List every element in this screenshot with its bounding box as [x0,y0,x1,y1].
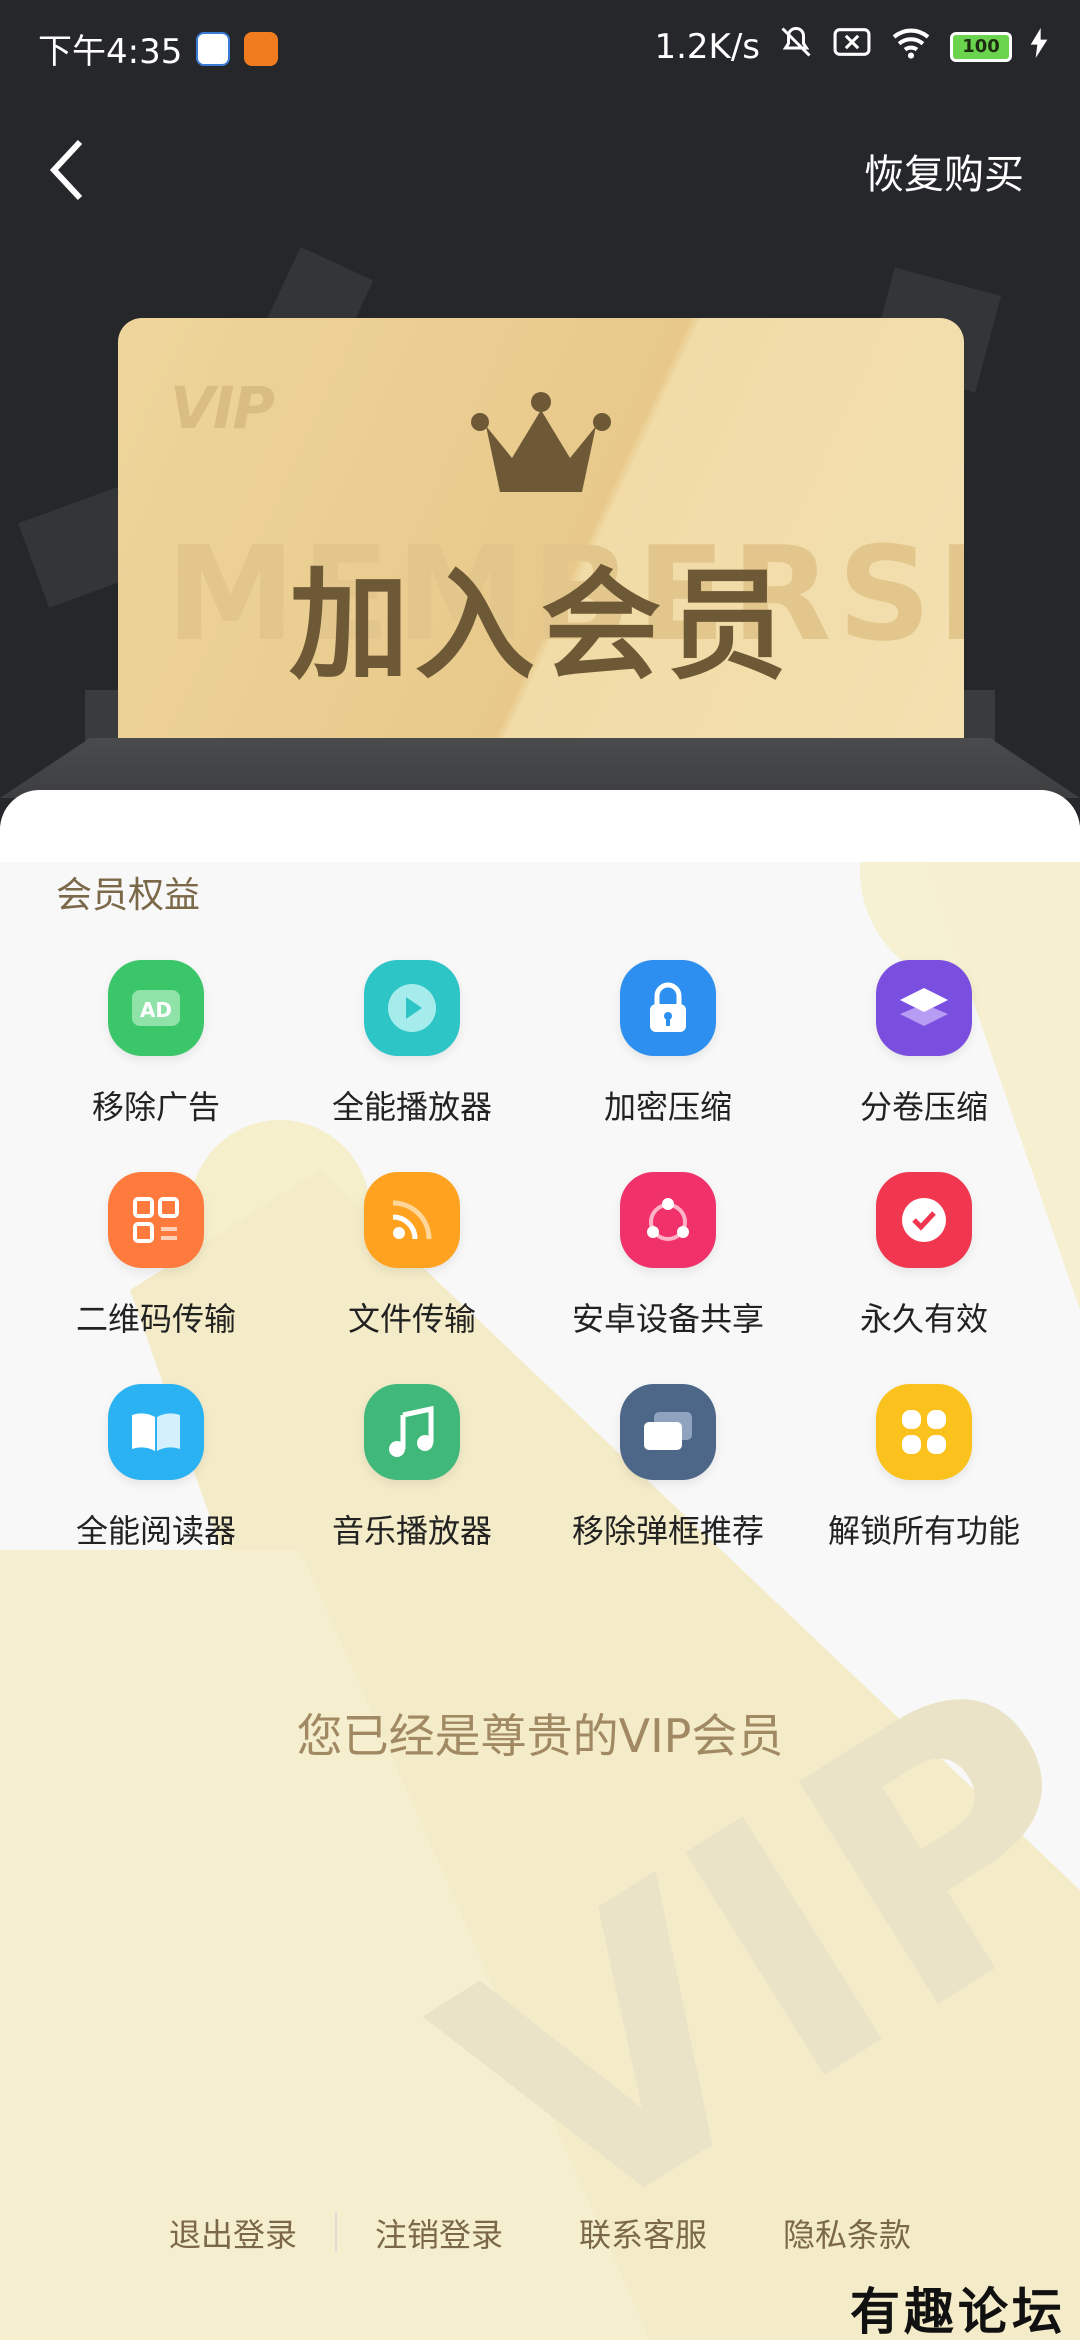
benefit-label: 分卷压缩 [859,1088,988,1126]
benefit-encrypted-compress[interactable]: 加密压缩 [540,960,796,1128]
benefit-label: 永久有效 [859,1300,988,1338]
feed-icon [364,1172,460,1268]
deregister-link[interactable]: 注销登录 [337,2210,541,2256]
svg-text:AD: AD [140,998,172,1022]
nav-bar: 恢复购买 [0,120,1080,220]
card-stand [0,738,1080,798]
restore-purchase-button[interactable]: 恢复购买 [864,142,1024,200]
benefit-label: 全能播放器 [331,1088,492,1126]
benefit-split-compress[interactable]: 分卷压缩 [796,960,1052,1128]
benefit-label: 移除广告 [91,1088,220,1126]
wifi-icon [890,25,932,68]
status-bar: 下午4:35 1.2K/s 100 [0,0,1080,92]
vip-status-text: 您已经是尊贵的VIP会员 [296,1709,784,1763]
benefit-label: 二维码传输 [75,1300,236,1338]
ad-icon: AD [108,960,204,1056]
status-time: 下午4:35 [38,32,183,72]
music-icon [364,1384,460,1480]
sheet-top-band [0,790,1080,862]
benefit-remove-ads[interactable]: AD 移除广告 [28,960,284,1128]
logout-link[interactable]: 退出登录 [131,2210,335,2256]
footer-links: 退出登录 注销登录 联系客服 隐私条款 [0,2210,1080,2256]
benefit-label: 解锁所有功能 [827,1512,1020,1550]
benefit-label: 移除弹框推荐 [571,1512,764,1550]
network-speed: 1.2K/s [654,26,760,67]
share-icon [620,1172,716,1268]
play-icon [364,960,460,1056]
benefits-grid: AD 移除广告 全能播放器 加密压缩 分卷压缩 二维码传输 文件传输 安卓设备共… [28,960,1052,1552]
benefit-label: 加密压缩 [603,1088,732,1126]
benefit-android-share[interactable]: 安卓设备共享 [540,1172,796,1340]
benefit-remove-popups[interactable]: 移除弹框推荐 [540,1384,796,1552]
forum-watermark-logo: 有趣论坛 [850,2282,1066,2340]
back-arrow-icon [49,139,83,201]
lock-icon [620,960,716,1056]
section-title: 会员权益 [56,875,201,916]
check-icon [876,1172,972,1268]
privacy-link[interactable]: 隐私条款 [745,2210,949,2256]
sim-icon [832,25,872,68]
benefit-universal-player[interactable]: 全能播放器 [284,960,540,1128]
qrcode-icon [108,1172,204,1268]
benefit-file-transfer[interactable]: 文件传输 [284,1172,540,1340]
benefit-label: 安卓设备共享 [571,1300,764,1338]
benefit-label: 全能阅读器 [75,1512,236,1550]
window-icon [620,1384,716,1480]
membership-card[interactable]: VIP MEMBERSHIP 加入会员 [118,318,964,738]
grid-icon [876,1384,972,1480]
contact-support-link[interactable]: 联系客服 [541,2210,745,2256]
layers-icon [876,960,972,1056]
benefit-unlock-all[interactable]: 解锁所有功能 [796,1384,1052,1552]
crown-icon [470,388,612,502]
battery-icon: 100 [950,31,1012,62]
mute-icon [778,24,814,69]
benefit-qrcode-transfer[interactable]: 二维码传输 [28,1172,284,1340]
header-area: 下午4:35 1.2K/s 100 恢复购买 VIP MEMBERS 加入会员 [0,0,1080,860]
charging-icon [1030,27,1048,67]
card-vip-tag: VIP [170,374,275,442]
benefit-label: 文件传输 [347,1300,476,1338]
benefit-music-player[interactable]: 音乐播放器 [284,1384,540,1552]
benefit-permanent[interactable]: 永久有效 [796,1172,1052,1340]
app-notification-icon [244,31,279,66]
benefit-label: 音乐播放器 [331,1512,492,1550]
card-title: 加入会员 [289,557,793,696]
baidu-app-icon [196,31,231,66]
back-button[interactable] [28,130,108,210]
benefits-sheet: VIP 会员权益 AD 移除广告 全能播放器 加密压缩 分卷压缩 二维码传输 文… [0,790,1080,2340]
book-icon [108,1384,204,1480]
benefit-universal-reader[interactable]: 全能阅读器 [28,1384,284,1552]
